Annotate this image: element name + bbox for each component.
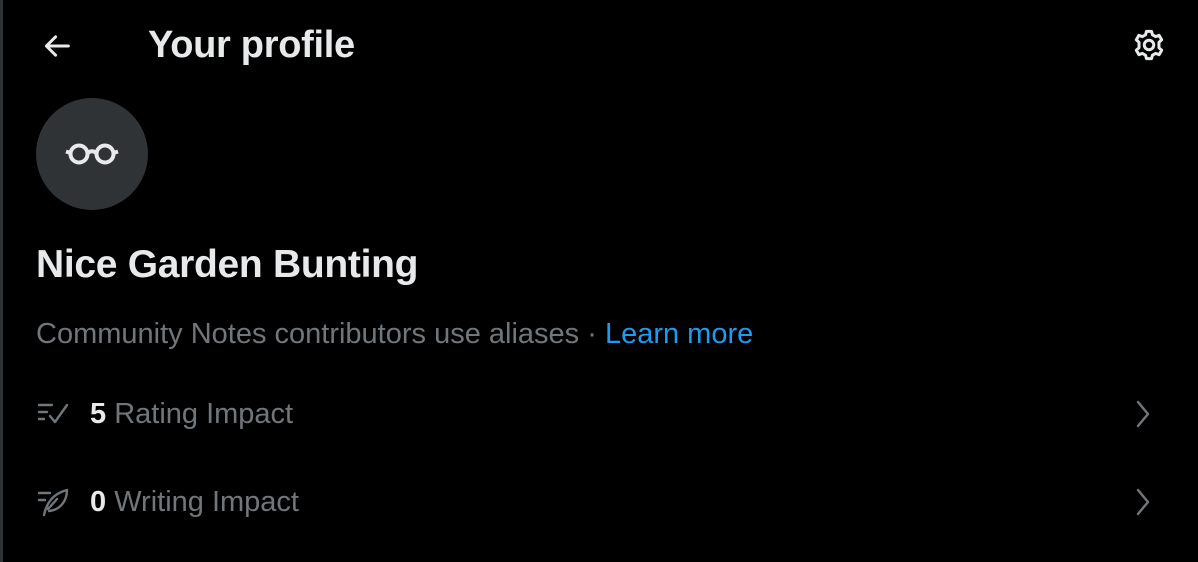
writing-impact-label: Writing Impact	[114, 486, 299, 518]
writing-impact-value: 0	[90, 486, 107, 518]
gear-icon	[1134, 29, 1164, 61]
header: Your profile	[0, 0, 1198, 90]
arrow-left-icon	[44, 35, 70, 57]
rating-impact-value: 5	[90, 398, 107, 430]
back-button[interactable]	[36, 25, 78, 67]
writing-impact-row[interactable]: 0 Writing Impact	[0, 462, 1198, 542]
alias-name: Nice Garden Bunting	[36, 243, 419, 286]
glasses-icon	[65, 143, 119, 165]
writing-impact-text: 0 Writing Impact	[90, 482, 299, 522]
writing-feather-icon	[37, 488, 69, 517]
chevron-right-icon	[1136, 400, 1150, 428]
alias-note: Community Notes contributors use aliases…	[36, 315, 753, 353]
alias-note-text: Community Notes contributors use aliases…	[36, 318, 597, 350]
rating-impact-text: 5 Rating Impact	[90, 394, 293, 434]
rating-impact-row[interactable]: 5 Rating Impact	[0, 374, 1198, 454]
rating-impact-label: Rating Impact	[114, 398, 294, 430]
learn-more-link[interactable]: Learn more	[605, 318, 753, 350]
page-title: Your profile	[148, 24, 355, 66]
avatar	[36, 98, 148, 210]
settings-button[interactable]	[1126, 22, 1172, 68]
rating-check-icon	[37, 403, 69, 424]
chevron-right-icon	[1136, 488, 1150, 516]
